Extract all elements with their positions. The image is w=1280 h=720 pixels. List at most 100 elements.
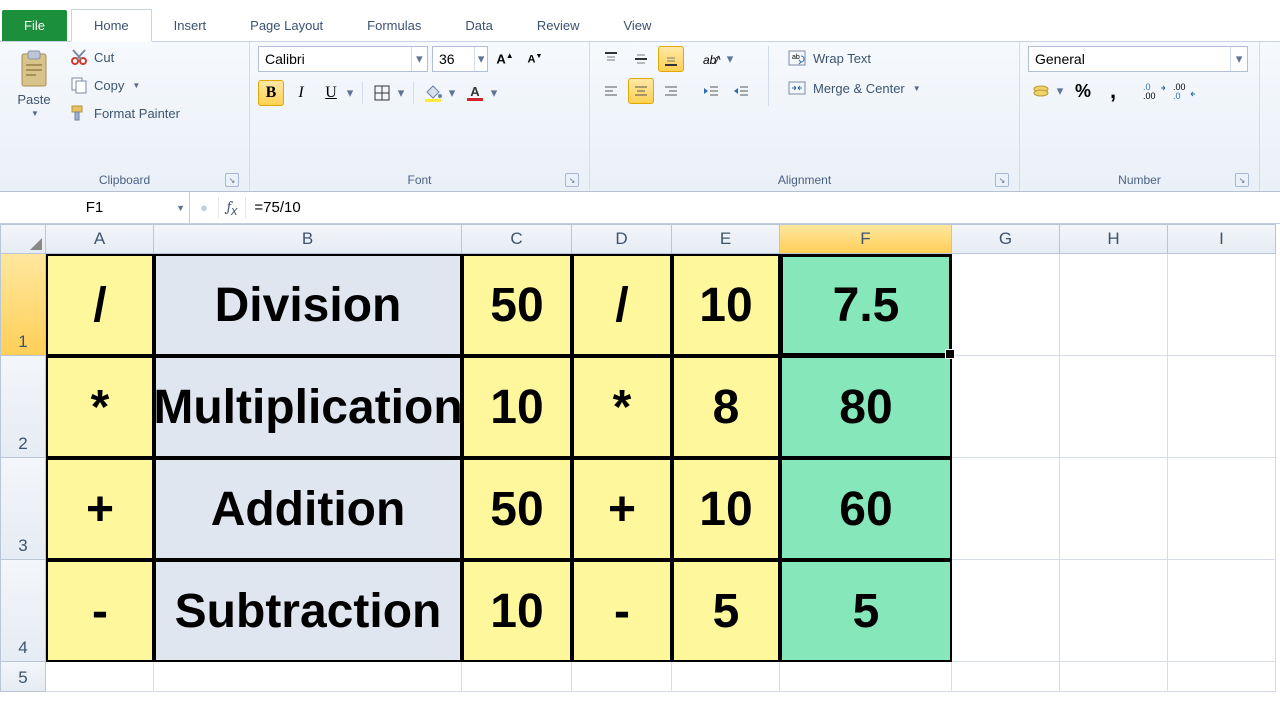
increase-decimal-button[interactable]: .0.00 xyxy=(1142,78,1168,104)
italic-button[interactable]: I xyxy=(288,80,314,106)
col-header-F[interactable]: F xyxy=(780,224,952,254)
cell-C2[interactable]: 10 xyxy=(462,356,572,458)
number-format-combo[interactable]: ▾ xyxy=(1028,46,1248,72)
chevron-down-icon[interactable]: ▼ xyxy=(176,203,185,213)
number-format-input[interactable] xyxy=(1029,51,1230,67)
font-size-input[interactable] xyxy=(433,51,474,67)
cell-A3[interactable]: + xyxy=(46,458,154,560)
row-header-1[interactable]: 1 xyxy=(0,254,46,356)
cut-button[interactable]: Cut xyxy=(66,46,184,68)
cell-E3[interactable]: 10 xyxy=(672,458,780,560)
cancel-formula-icon[interactable]: ● xyxy=(200,200,208,215)
cell-G4[interactable] xyxy=(952,560,1060,662)
copy-button[interactable]: Copy ▼ xyxy=(66,74,184,96)
col-header-G[interactable]: G xyxy=(952,224,1060,254)
cell-A2[interactable]: * xyxy=(46,356,154,458)
col-header-C[interactable]: C xyxy=(462,224,572,254)
fx-icon[interactable]: fx xyxy=(218,197,247,218)
cell-D5[interactable] xyxy=(572,662,672,692)
cell-G3[interactable] xyxy=(952,458,1060,560)
col-header-B[interactable]: B xyxy=(154,224,462,254)
wrap-text-button[interactable]: ab Wrap Text xyxy=(783,46,925,70)
cell-F1[interactable]: 7.5 xyxy=(780,254,952,356)
cell-C1[interactable]: 50 xyxy=(462,254,572,356)
cell-G2[interactable] xyxy=(952,356,1060,458)
cell-H2[interactable] xyxy=(1060,356,1168,458)
chevron-down-icon[interactable]: ▼ xyxy=(913,84,921,93)
tab-data[interactable]: Data xyxy=(443,10,514,41)
tab-view[interactable]: View xyxy=(601,10,673,41)
row-header-3[interactable]: 3 xyxy=(0,458,46,560)
font-size-combo[interactable]: ▾ xyxy=(432,46,488,72)
cell-C5[interactable] xyxy=(462,662,572,692)
cell-I4[interactable] xyxy=(1168,560,1276,662)
align-middle-button[interactable] xyxy=(628,46,654,72)
decrease-decimal-button[interactable]: .00.0 xyxy=(1172,78,1198,104)
col-header-E[interactable]: E xyxy=(672,224,780,254)
tab-formulas[interactable]: Formulas xyxy=(345,10,443,41)
font-name-input[interactable] xyxy=(259,51,411,67)
dialog-launcher-icon[interactable]: ↘ xyxy=(995,173,1009,187)
increase-indent-button[interactable] xyxy=(728,78,754,104)
paste-button[interactable]: Paste ▼ xyxy=(8,46,60,122)
cell-B5[interactable] xyxy=(154,662,462,692)
cell-H4[interactable] xyxy=(1060,560,1168,662)
underline-button[interactable]: U xyxy=(318,80,344,106)
cell-H1[interactable] xyxy=(1060,254,1168,356)
cell-A4[interactable]: - xyxy=(46,560,154,662)
chevron-down-icon[interactable]: ▾ xyxy=(724,46,736,72)
cell-F2[interactable]: 80 xyxy=(780,356,952,458)
font-color-button[interactable]: A xyxy=(462,80,488,106)
cell-C3[interactable]: 50 xyxy=(462,458,572,560)
cell-G5[interactable] xyxy=(952,662,1060,692)
name-box-input[interactable] xyxy=(0,199,189,216)
decrease-font-button[interactable]: A▼ xyxy=(522,46,548,72)
chevron-down-icon[interactable]: ▾ xyxy=(446,80,458,106)
cell-E2[interactable]: 8 xyxy=(672,356,780,458)
col-header-I[interactable]: I xyxy=(1168,224,1276,254)
bold-button[interactable]: B xyxy=(258,80,284,106)
chevron-down-icon[interactable]: ▾ xyxy=(395,80,407,106)
align-right-button[interactable] xyxy=(658,78,684,104)
merge-center-button[interactable]: Merge & Center ▼ xyxy=(783,76,925,100)
col-header-A[interactable]: A xyxy=(46,224,154,254)
col-header-D[interactable]: D xyxy=(572,224,672,254)
name-box[interactable]: ▼ xyxy=(0,192,190,223)
format-painter-button[interactable]: Format Painter xyxy=(66,102,184,124)
cell-F5[interactable] xyxy=(780,662,952,692)
cell-E4[interactable]: 5 xyxy=(672,560,780,662)
cell-B4[interactable]: Subtraction xyxy=(154,560,462,662)
chevron-down-icon[interactable]: ▾ xyxy=(488,80,500,106)
cell-F3[interactable]: 60 xyxy=(780,458,952,560)
cell-D3[interactable]: + xyxy=(572,458,672,560)
chevron-down-icon[interactable]: ▾ xyxy=(344,80,356,106)
cell-I3[interactable] xyxy=(1168,458,1276,560)
cell-I5[interactable] xyxy=(1168,662,1276,692)
align-top-button[interactable] xyxy=(598,46,624,72)
cell-H5[interactable] xyxy=(1060,662,1168,692)
accounting-format-button[interactable] xyxy=(1028,78,1054,104)
cell-D4[interactable]: - xyxy=(572,560,672,662)
cell-I1[interactable] xyxy=(1168,254,1276,356)
cell-C4[interactable]: 10 xyxy=(462,560,572,662)
chevron-down-icon[interactable]: ▾ xyxy=(411,47,427,71)
tab-review[interactable]: Review xyxy=(515,10,602,41)
cell-A1[interactable]: / xyxy=(46,254,154,356)
formula-input[interactable] xyxy=(246,199,1280,216)
row-header-4[interactable]: 4 xyxy=(0,560,46,662)
cell-A5[interactable] xyxy=(46,662,154,692)
cell-B1[interactable]: Division xyxy=(154,254,462,356)
cell-I2[interactable] xyxy=(1168,356,1276,458)
cell-B3[interactable]: Addition xyxy=(154,458,462,560)
cell-H3[interactable] xyxy=(1060,458,1168,560)
align-center-button[interactable] xyxy=(628,78,654,104)
dialog-launcher-icon[interactable]: ↘ xyxy=(1235,173,1249,187)
dialog-launcher-icon[interactable]: ↘ xyxy=(225,173,239,187)
chevron-down-icon[interactable]: ▾ xyxy=(474,47,487,71)
dialog-launcher-icon[interactable]: ↘ xyxy=(565,173,579,187)
cell-D1[interactable]: / xyxy=(572,254,672,356)
row-header-5[interactable]: 5 xyxy=(0,662,46,692)
chevron-down-icon[interactable]: ▾ xyxy=(1230,47,1247,71)
cell-F4[interactable]: 5 xyxy=(780,560,952,662)
cell-B2[interactable]: Multiplication xyxy=(154,356,462,458)
